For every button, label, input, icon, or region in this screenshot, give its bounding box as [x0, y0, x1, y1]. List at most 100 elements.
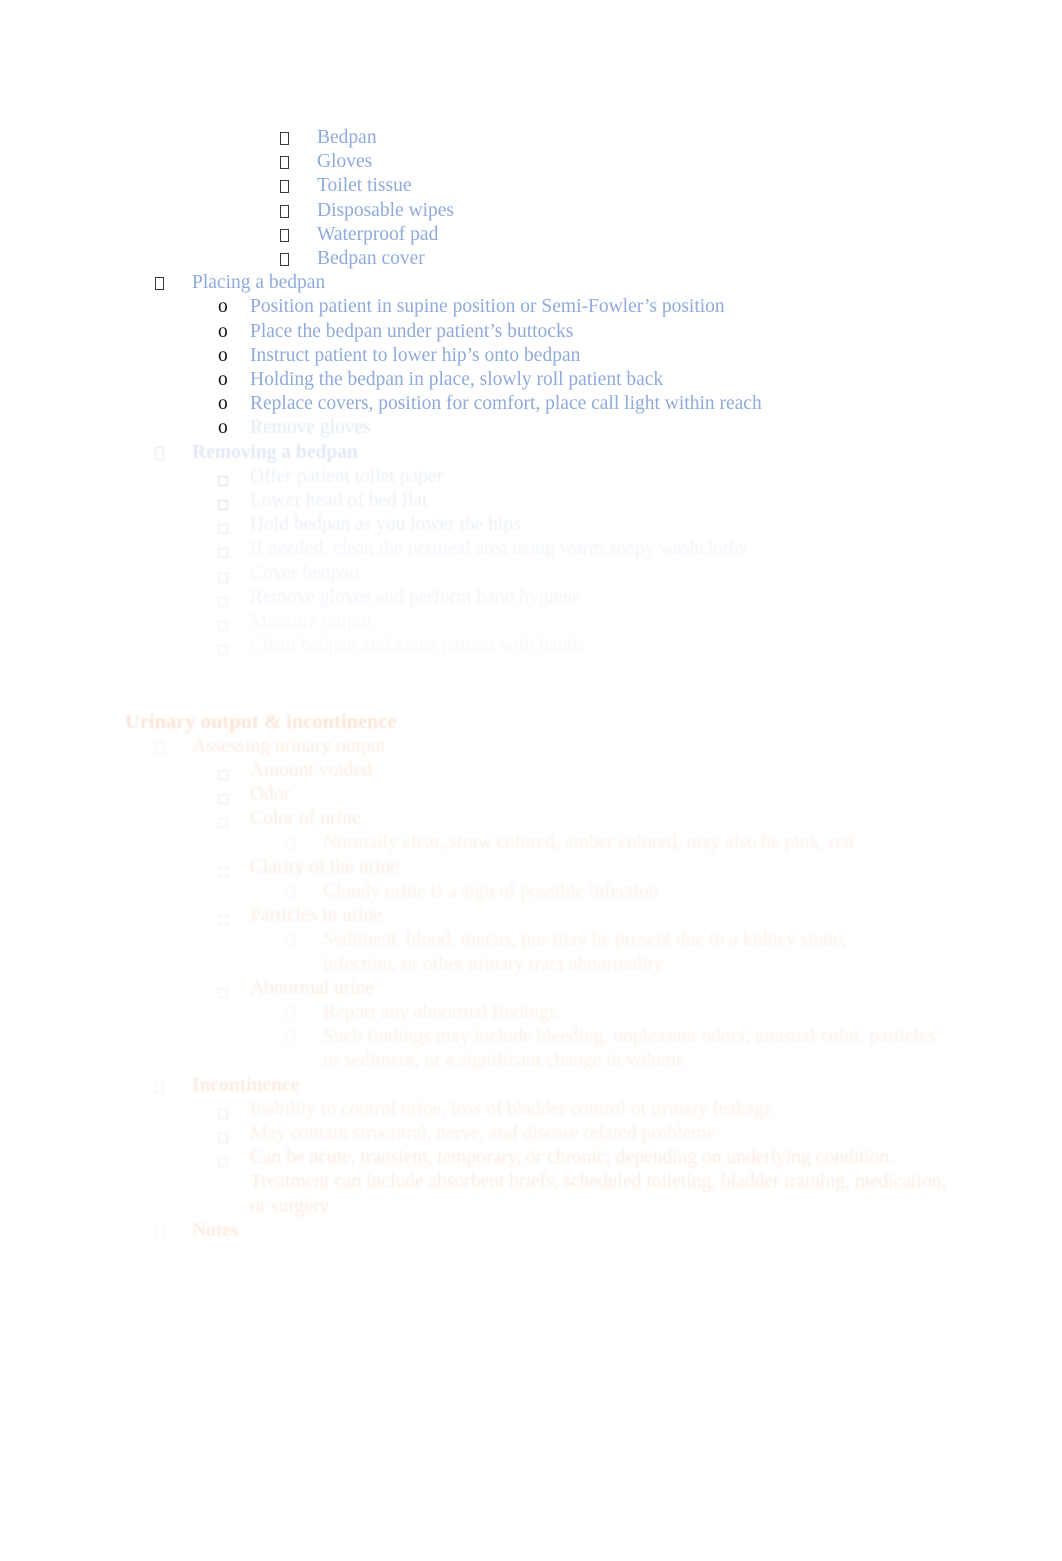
list-item: Amount voided: [0, 759, 1062, 783]
wingdings-bullet-icon: [286, 880, 323, 904]
subsection-heading-label: Assessing urinary output: [192, 735, 386, 757]
list-item: Can be acute, transient, temporary, or c…: [0, 1146, 1062, 1219]
list-item: Lower head of bed flat: [0, 489, 1062, 513]
step-label: Remove gloves: [250, 417, 371, 439]
list-item-sub: Sediment, blood, mucus, pus may be prese…: [0, 928, 1062, 976]
item-label: Abnormal urine: [250, 977, 375, 999]
wingdings-bullet-icon: [286, 928, 323, 952]
item-label: Can be acute, transient, temporary, or c…: [250, 1147, 952, 1217]
list-item-sub: Such findings may include bleeding, unpl…: [0, 1025, 1062, 1073]
list-item: Toilet tissue: [0, 174, 1062, 198]
circle-bullet-icon: o: [218, 344, 228, 366]
square-bullet-icon: [218, 759, 250, 783]
square-bullet-icon: [218, 807, 250, 831]
wingdings-bullet-icon: [280, 199, 317, 223]
square-bullet-icon: [218, 634, 250, 658]
item-label: May contain structural, nerve, and disea…: [250, 1122, 715, 1144]
list-item: Bedpan: [0, 126, 1062, 150]
circle-bullet-icon: o: [218, 369, 228, 391]
list-item: Disposable wipes: [0, 199, 1062, 223]
item-label: Inability to control urine, loss of blad…: [250, 1098, 773, 1120]
square-bullet-icon: [218, 465, 250, 489]
step-label: Replace covers, position for comfort, pl…: [250, 393, 762, 415]
wingdings-bullet-icon: [155, 1074, 192, 1098]
subsection-heading-assessing-output: Assessing urinary output: [0, 735, 1062, 759]
square-bullet-icon: [218, 489, 250, 513]
step-label: Measure output: [250, 611, 372, 633]
step-label: Remove gloves and perform hand hygiene: [250, 586, 581, 608]
section-heading-urinary: Urinary output & incontinence: [0, 710, 1062, 734]
list-item: Waterproof pad: [0, 223, 1062, 247]
square-bullet-icon: [218, 783, 250, 807]
circle-bullet-icon: o: [218, 417, 228, 439]
wingdings-bullet-icon: [286, 1001, 323, 1025]
list-item-sub: Report any abnormal findings: [0, 1001, 1062, 1025]
section-heading-label: Notes: [192, 1219, 239, 1241]
section-heading-label: Urinary output & incontinence: [125, 711, 397, 734]
wingdings-bullet-icon: [155, 441, 192, 465]
list-item: o Replace covers, position for comfort, …: [0, 392, 1062, 416]
list-item: Color of urine: [0, 807, 1062, 831]
step-label: Place the bedpan under patient’s buttock…: [250, 320, 574, 342]
section-heading-placing-bedpan: Placing a bedpan: [0, 271, 1062, 295]
list-item: o Place the bedpan under patient’s butto…: [0, 320, 1062, 344]
list-item: Measure output: [0, 610, 1062, 634]
item-label: Odor: [250, 784, 291, 806]
circle-bullet-icon: o: [218, 296, 228, 318]
wingdings-bullet-icon: [280, 223, 317, 247]
list-item: o Holding the bedpan in place, slowly ro…: [0, 368, 1062, 392]
list-item-sub: Normally clear, straw colored, amber col…: [0, 831, 1062, 855]
list-item: Offer patient toilet paper: [0, 465, 1062, 489]
square-bullet-icon: [218, 977, 250, 1001]
supply-item-label: Bedpan: [317, 127, 377, 148]
top-spacer: [0, 0, 1062, 126]
list-item: If needed, clean the perineal area using…: [0, 537, 1062, 561]
list-item: o Remove gloves: [0, 416, 1062, 440]
supply-item-label: Toilet tissue: [317, 175, 412, 197]
square-bullet-icon: [218, 1122, 250, 1146]
square-bullet-icon: [218, 586, 250, 610]
step-label: Instruct patient to lower hip’s onto bed…: [250, 344, 581, 366]
square-bullet-icon: [218, 513, 250, 537]
step-label: Hold bedpan as you lower the hips: [250, 514, 521, 536]
section-heading-label: Incontinence: [192, 1074, 300, 1096]
sub-item-label: Normally clear, straw colored, amber col…: [323, 832, 854, 854]
circle-bullet-icon: o: [218, 393, 228, 415]
list-item: Inability to control urine, loss of blad…: [0, 1098, 1062, 1122]
list-item: Hold bedpan as you lower the hips: [0, 513, 1062, 537]
list-item: Clarity of the urine: [0, 856, 1062, 880]
sub-item-label: Report any abnormal findings: [323, 1001, 557, 1023]
circle-bullet-icon: o: [218, 320, 228, 342]
square-bullet-icon: [218, 610, 250, 634]
wingdings-bullet-icon: [280, 150, 317, 174]
sub-item-label: Such findings may include bleeding, unpl…: [323, 1026, 941, 1072]
wingdings-bullet-icon: [155, 271, 192, 295]
wingdings-bullet-icon: [155, 735, 192, 759]
wingdings-bullet-icon: [286, 1025, 323, 1049]
list-item: Abnormal urine: [0, 977, 1062, 1001]
wingdings-bullet-icon: [286, 831, 323, 855]
step-label: If needed, clean the perineal area using…: [250, 538, 746, 560]
list-item: Remove gloves and perform hand hygiene: [0, 586, 1062, 610]
item-label: Particles in urine: [250, 905, 383, 927]
section-heading-removing-bedpan: Removing a bedpan: [0, 441, 1062, 465]
list-item: May contain structural, nerve, and disea…: [0, 1122, 1062, 1146]
step-label: Offer patient toilet paper: [250, 465, 443, 487]
list-item: o Instruct patient to lower hip’s onto b…: [0, 344, 1062, 368]
square-bullet-icon: [218, 537, 250, 561]
step-label: Clean bedpan and assist patient with han…: [250, 635, 585, 657]
square-bullet-icon: [218, 562, 250, 586]
square-bullet-icon: [218, 856, 250, 880]
square-bullet-icon: [218, 904, 250, 928]
sub-item-label: Cloudy urine is a sign of possible infec…: [323, 880, 659, 902]
section-heading-incontinence: Incontinence: [0, 1074, 1062, 1098]
step-label: Holding the bedpan in place, slowly roll…: [250, 369, 664, 391]
supply-item-label: Waterproof pad: [317, 223, 439, 245]
section-heading-final: Notes: [0, 1219, 1062, 1243]
wingdings-bullet-icon: [280, 247, 317, 271]
list-item: Odor: [0, 783, 1062, 807]
list-item: Bedpan cover: [0, 247, 1062, 271]
list-item-sub: Cloudy urine is a sign of possible infec…: [0, 880, 1062, 904]
document-page: Bedpan Gloves Toilet tissue Disposable w…: [0, 0, 1062, 1561]
